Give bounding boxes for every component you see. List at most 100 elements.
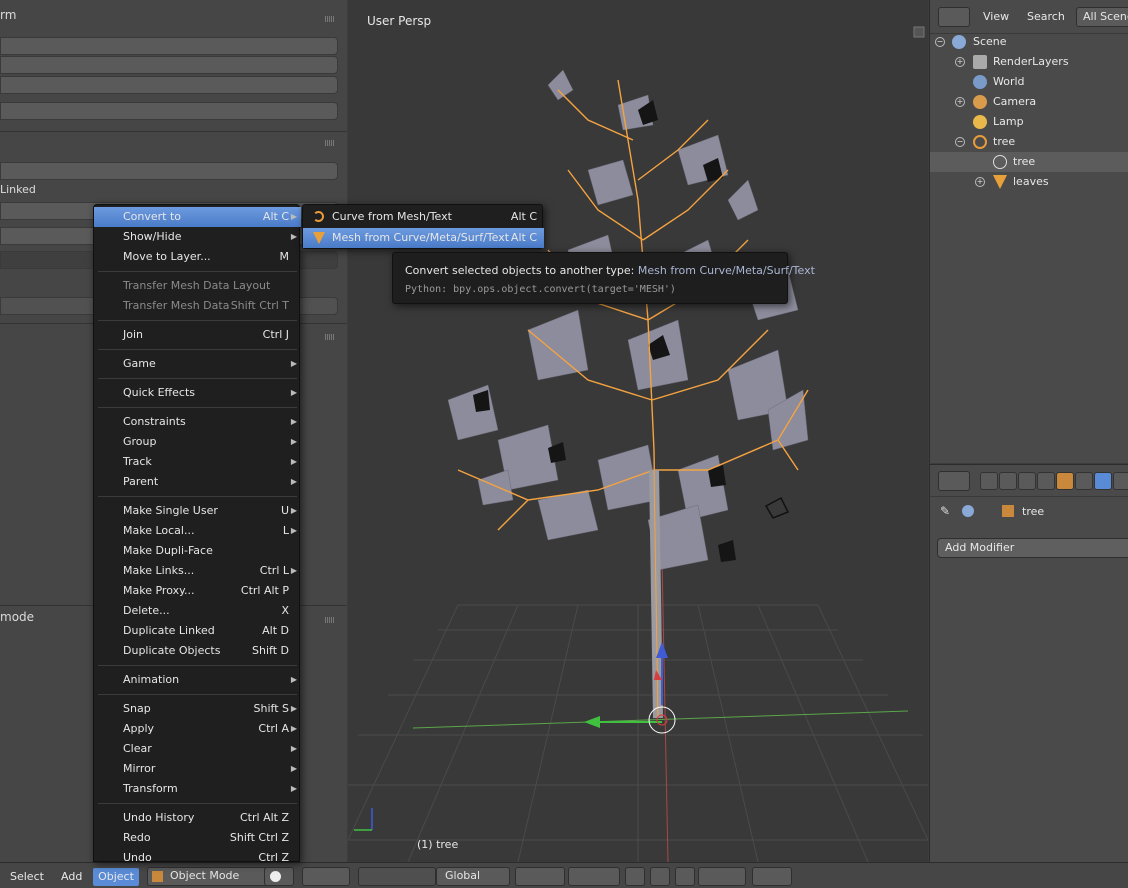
outliner-row-tree[interactable]: − tree — [930, 132, 1128, 152]
floor-grid — [348, 604, 928, 862]
menu-item-redo[interactable]: Redo Shift Ctrl Z — [94, 828, 301, 848]
pivot-select[interactable] — [302, 867, 350, 886]
menu-item-snap[interactable]: Snap Shift S ▶ — [94, 699, 301, 719]
menu-item-mirror[interactable]: Mirror ▶ — [94, 759, 301, 779]
submenu-shortcut: Alt C — [510, 231, 537, 244]
menu-item-make-dupli-face[interactable]: Make Dupli-Face — [94, 541, 301, 561]
render-buttons[interactable] — [752, 867, 792, 886]
constraints-tab-icon[interactable] — [1075, 472, 1093, 490]
menu-item-constraints[interactable]: Constraints ▶ — [94, 412, 301, 432]
outliner-row-camera[interactable]: + Camera — [930, 92, 1128, 112]
modifiers-tab-icon[interactable] — [1094, 472, 1112, 490]
menu-item-make-links[interactable]: Make Links... Ctrl L ▶ — [94, 561, 301, 581]
menu-item-label: Quick Effects — [123, 386, 195, 399]
menu-item-show-hide[interactable]: Show/Hide ▶ — [94, 227, 301, 247]
panel-grip-3[interactable] — [325, 334, 335, 340]
panel-header-transform[interactable]: rm — [0, 8, 347, 30]
menu-item-clear[interactable]: Clear ▶ — [94, 739, 301, 759]
submenu-arrow-icon: ▶ — [290, 724, 297, 733]
layer-buttons-1[interactable] — [515, 867, 565, 886]
outliner-row-lamp[interactable]: Lamp — [930, 112, 1128, 132]
orientation-select[interactable]: Global — [436, 867, 510, 886]
menu-item-game[interactable]: Game ▶ — [94, 354, 301, 374]
rotation-field[interactable] — [0, 56, 338, 74]
select-menu[interactable]: Select — [10, 868, 44, 886]
layer-lock-button[interactable] — [625, 867, 645, 886]
object-menu[interactable]: Object — [93, 868, 139, 886]
menu-item-shortcut: Alt D — [262, 624, 289, 637]
menu-item-undo[interactable]: Undo Ctrl Z — [94, 848, 301, 868]
mode-label: Object Mode — [170, 869, 240, 882]
proportional-edit-button[interactable] — [650, 867, 670, 886]
pin-icon[interactable]: ✎ — [940, 504, 954, 518]
panel-grip-2[interactable] — [325, 140, 335, 146]
outliner-view-menu[interactable]: View — [983, 7, 1009, 27]
viewport-scene — [348, 26, 928, 862]
expand-icon[interactable]: + — [955, 57, 965, 67]
shading-select[interactable] — [264, 867, 294, 886]
snap-element-select[interactable] — [698, 867, 746, 886]
menu-separator — [98, 349, 297, 350]
mesh-from-curve-item[interactable]: Mesh from Curve/Meta/Surf/Text Alt C — [303, 228, 544, 248]
menu-item-undo-history[interactable]: Undo History Ctrl Alt Z — [94, 808, 301, 828]
add-menu[interactable]: Add — [61, 868, 82, 886]
menu-item-group[interactable]: Group ▶ — [94, 432, 301, 452]
duplicate-field[interactable] — [0, 162, 338, 180]
menu-item-shortcut: Shift D — [252, 644, 289, 657]
data-tab-icon[interactable] — [1113, 472, 1128, 490]
outliner-panel: View Search All Scenes − Scene + RenderL… — [929, 0, 1128, 463]
dimensions-field[interactable] — [0, 102, 338, 120]
manipulator-buttons[interactable] — [358, 867, 436, 886]
expand-icon[interactable]: + — [955, 97, 965, 107]
menu-item-transform[interactable]: Transform ▶ — [94, 779, 301, 799]
curve-from-mesh-item[interactable]: Curve from Mesh/Text Alt C — [303, 207, 544, 227]
menu-item-animation[interactable]: Animation ▶ — [94, 670, 301, 690]
menu-item-shortcut: Ctrl A — [258, 722, 289, 735]
scene-tab-icon[interactable] — [1018, 472, 1036, 490]
outliner-row-tree-data[interactable]: tree — [930, 152, 1128, 172]
curve-icon — [973, 135, 987, 149]
menu-item-move-to-layer[interactable]: Move to Layer... M — [94, 247, 301, 267]
menu-item-convert-to[interactable]: Convert to Alt C ▶ — [94, 207, 301, 227]
object-tab-icon[interactable] — [1056, 472, 1074, 490]
outliner-filter-select[interactable]: All Scenes — [1076, 7, 1128, 27]
expand-icon[interactable]: + — [975, 177, 985, 187]
menu-item-label: Mirror — [123, 762, 156, 775]
editor-type-button[interactable] — [938, 471, 970, 491]
menu-item-make-proxy[interactable]: Make Proxy... Ctrl Alt P — [94, 581, 301, 601]
collapse-icon[interactable]: − — [955, 137, 965, 147]
outliner-label: Camera — [993, 95, 1037, 108]
outliner-row-scene[interactable]: − Scene — [930, 32, 1128, 52]
menu-item-join[interactable]: Join Ctrl J — [94, 325, 301, 345]
menu-item-apply[interactable]: Apply Ctrl A ▶ — [94, 719, 301, 739]
menu-item-make-single-user[interactable]: Make Single User U ▶ — [94, 501, 301, 521]
menu-item-shortcut: Alt C — [262, 210, 289, 223]
menu-item-duplicate-linked[interactable]: Duplicate Linked Alt D — [94, 621, 301, 641]
menu-item-track[interactable]: Track ▶ — [94, 452, 301, 472]
menu-item-label: Animation — [123, 673, 180, 686]
menu-item-duplicate-objects[interactable]: Duplicate Objects Shift D — [94, 641, 301, 661]
sphere-icon — [270, 871, 281, 882]
scale-field[interactable] — [0, 76, 338, 94]
panel-grip[interactable] — [325, 16, 335, 22]
outliner-row-world[interactable]: World — [930, 72, 1128, 92]
outliner-search-menu[interactable]: Search — [1027, 7, 1065, 27]
menu-separator — [98, 665, 297, 666]
outliner-row-leaves[interactable]: + leaves — [930, 172, 1128, 192]
editor-type-button[interactable] — [938, 7, 970, 27]
world-tab-icon[interactable] — [1037, 472, 1055, 490]
menu-item-quick-effects[interactable]: Quick Effects ▶ — [94, 383, 301, 403]
collapse-icon[interactable]: − — [935, 37, 945, 47]
menu-item-make-local[interactable]: Make Local... L ▶ — [94, 521, 301, 541]
3d-viewport[interactable]: User Persp (1) tree — [348, 0, 928, 862]
renderlayers-tab-icon[interactable] — [999, 472, 1017, 490]
render-tab-icon[interactable] — [980, 472, 998, 490]
location-field[interactable] — [0, 37, 338, 55]
menu-item-parent[interactable]: Parent ▶ — [94, 472, 301, 492]
outliner-row-renderlayers[interactable]: + RenderLayers — [930, 52, 1128, 72]
menu-item-delete[interactable]: Delete... X — [94, 601, 301, 621]
snap-toggle-button[interactable] — [675, 867, 695, 886]
panel-grip-4[interactable] — [325, 617, 335, 623]
layer-buttons-2[interactable] — [568, 867, 620, 886]
add-modifier-button[interactable]: Add Modifier — [937, 538, 1128, 558]
